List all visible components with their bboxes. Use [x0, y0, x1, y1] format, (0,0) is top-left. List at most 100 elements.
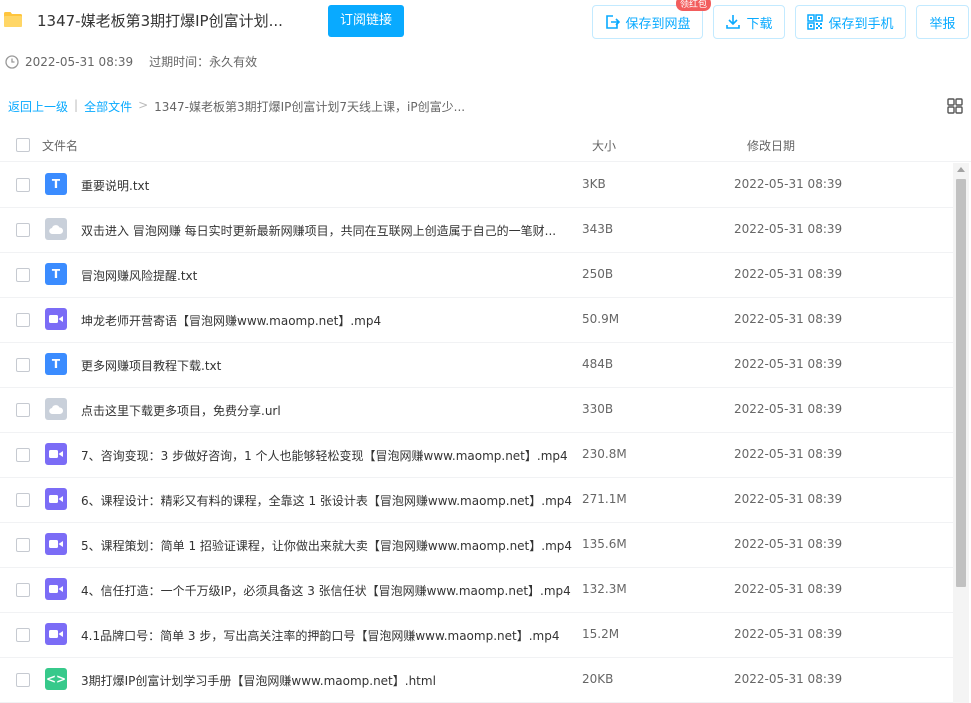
video-file-icon: [45, 308, 67, 330]
file-checkbox[interactable]: [16, 448, 30, 462]
video-file-icon: [45, 623, 67, 645]
file-row[interactable]: 5、课程策划：简单 1 招验证课程，让你做出来就大卖【冒泡网赚www.maomp…: [0, 523, 953, 568]
file-checkbox[interactable]: [16, 673, 30, 687]
file-row[interactable]: 坤龙老师开营寄语【冒泡网赚www.maomp.net】.mp4 50.9M 2022…: [0, 298, 953, 343]
share-meta: 2022-05-31 08:39 过期时间：永久有效: [5, 53, 257, 70]
file-size: 135.6M: [582, 537, 627, 551]
video-file-icon: [45, 488, 67, 510]
file-row[interactable]: 4.1品牌口号：简单 3 步，写出高关注率的押韵口号【冒泡网赚www.maomp…: [0, 613, 953, 658]
file-modified-date: 2022-05-31 08:39: [734, 492, 843, 506]
download-icon: [726, 15, 741, 29]
file-name[interactable]: 重要说明.txt: [81, 177, 149, 194]
file-row[interactable]: T 冒泡网赚风险提醒.txt 250B 2022-05-31 08:39: [0, 253, 953, 298]
file-modified-date: 2022-05-31 08:39: [734, 402, 843, 416]
qrcode-icon: [807, 14, 824, 30]
breadcrumb-back[interactable]: 返回上一级: [8, 98, 68, 115]
file-size: 50.9M: [582, 312, 620, 326]
file-size: 484B: [582, 357, 614, 371]
breadcrumb-separator: >: [138, 98, 149, 112]
video-file-icon: [45, 578, 67, 600]
file-size: 3KB: [582, 177, 606, 191]
file-row[interactable]: 双击进入 冒泡网赚 每日实时更新最新网赚项目，共同在互联网上创造属于自己的一笔财…: [0, 208, 953, 253]
file-checkbox[interactable]: [16, 358, 30, 372]
file-name[interactable]: 6、课程设计：精彩又有料的课程，全靠这 1 张设计表【冒泡网赚www.maomp…: [81, 492, 572, 509]
breadcrumb-current: 1347-媒老板第3期打爆IP创富计划7天线上课，iP创富少...: [154, 100, 466, 114]
column-header-size[interactable]: 大小: [592, 137, 616, 154]
file-modified-date: 2022-05-31 08:39: [734, 177, 843, 191]
expire-time: 过期时间：永久有效: [149, 55, 258, 69]
subscribe-link-button[interactable]: 订阅链接: [328, 5, 404, 37]
breadcrumb: 返回上一级 | 全部文件 > 1347-媒老板第3期打爆IP创富计划7天线上课，…: [8, 98, 465, 115]
scrollbar-thumb[interactable]: [956, 179, 966, 587]
redpacket-badge[interactable]: 领红包: [676, 0, 712, 11]
file-checkbox[interactable]: [16, 178, 30, 192]
file-modified-date: 2022-05-31 08:39: [734, 222, 843, 236]
breadcrumb-separator: |: [74, 98, 79, 112]
txt-file-icon: T: [45, 353, 67, 375]
file-name[interactable]: 冒泡网赚风险提醒.txt: [81, 267, 197, 284]
url-file-icon: [45, 218, 67, 240]
file-list: T 重要说明.txt 3KB 2022-05-31 08:39 双击进入 冒泡网赚 每日…: [0, 163, 953, 703]
file-size: 20KB: [582, 672, 614, 686]
folder-icon: [4, 12, 22, 27]
page-title: 1347-媒老板第3期打爆IP创富计划...: [37, 12, 283, 30]
file-row[interactable]: T 重要说明.txt 3KB 2022-05-31 08:39: [0, 163, 953, 208]
scroll-up-arrow[interactable]: [957, 167, 965, 172]
file-name[interactable]: 点击这里下载更多项目，免费分享.url: [81, 402, 281, 419]
file-name[interactable]: 5、课程策划：简单 1 招验证课程，让你做出来就大卖【冒泡网赚www.maomp…: [81, 537, 572, 554]
file-checkbox[interactable]: [16, 493, 30, 507]
file-modified-date: 2022-05-31 08:39: [734, 357, 843, 371]
file-row[interactable]: <> 3期打爆IP创富计划学习手册【冒泡网赚www.maomp.net】.html…: [0, 658, 953, 703]
column-header-name[interactable]: 文件名: [42, 137, 78, 154]
video-file-icon: [45, 443, 67, 465]
file-row[interactable]: 点击这里下载更多项目，免费分享.url 330B 2022-05-31 08:39: [0, 388, 953, 433]
scrollbar[interactable]: [953, 163, 969, 703]
download-button[interactable]: 下载: [713, 5, 785, 39]
file-modified-date: 2022-05-31 08:39: [734, 672, 843, 686]
header: 1347-媒老板第3期打爆IP创富计划... 订阅链接 保存到网盘 领红包 下载: [0, 0, 971, 44]
file-modified-date: 2022-05-31 08:39: [734, 627, 843, 641]
grid-view-icon[interactable]: [947, 98, 963, 114]
select-all-checkbox[interactable]: [16, 138, 30, 152]
file-name[interactable]: 更多网赚项目教程下载.txt: [81, 357, 221, 374]
file-name[interactable]: 双击进入 冒泡网赚 每日实时更新最新网赚项目，共同在互联网上创造属于自己的一笔财…: [81, 222, 556, 239]
file-name[interactable]: 3期打爆IP创富计划学习手册【冒泡网赚www.maomp.net】.html: [81, 672, 436, 689]
file-size: 15.2M: [582, 627, 620, 641]
file-table-header: 文件名 大小 修改日期: [0, 128, 971, 162]
file-checkbox[interactable]: [16, 223, 30, 237]
file-size: 250B: [582, 267, 614, 281]
file-name[interactable]: 4、信任打造：一个千万级IP，必须具备这 3 张信任状【冒泡网赚www.maom…: [81, 582, 571, 599]
file-checkbox[interactable]: [16, 313, 30, 327]
file-row[interactable]: 6、课程设计：精彩又有料的课程，全靠这 1 张设计表【冒泡网赚www.maomp…: [0, 478, 953, 523]
save-to-phone-button[interactable]: 保存到手机: [795, 5, 906, 39]
download-label: 下载: [746, 16, 773, 32]
save-to-disk-icon: [606, 15, 621, 29]
file-modified-date: 2022-05-31 08:39: [734, 447, 843, 461]
url-file-icon: [45, 398, 67, 420]
breadcrumb-all-files[interactable]: 全部文件: [84, 98, 132, 115]
file-checkbox[interactable]: [16, 583, 30, 597]
file-name[interactable]: 7、咨询变现：3 步做好咨询，1 个人也能够轻松变现【冒泡网赚www.maomp…: [81, 447, 568, 464]
file-modified-date: 2022-05-31 08:39: [734, 312, 843, 326]
report-button[interactable]: 举报: [916, 5, 969, 39]
file-checkbox[interactable]: [16, 538, 30, 552]
file-size: 271.1M: [582, 492, 627, 506]
file-checkbox[interactable]: [16, 628, 30, 642]
file-row[interactable]: 4、信任打造：一个千万级IP，必须具备这 3 张信任状【冒泡网赚www.maom…: [0, 568, 953, 613]
column-header-date[interactable]: 修改日期: [747, 137, 795, 154]
file-row[interactable]: 7、咨询变现：3 步做好咨询，1 个人也能够轻松变现【冒泡网赚www.maomp…: [0, 433, 953, 478]
clock-icon: [5, 54, 19, 69]
save-to-phone-label: 保存到手机: [828, 16, 894, 32]
file-size: 132.3M: [582, 582, 627, 596]
file-checkbox[interactable]: [16, 268, 30, 282]
video-file-icon: [45, 533, 67, 555]
file-modified-date: 2022-05-31 08:39: [734, 582, 843, 596]
file-size: 343B: [582, 222, 614, 236]
txt-file-icon: T: [45, 173, 67, 195]
file-modified-date: 2022-05-31 08:39: [734, 537, 843, 551]
file-checkbox[interactable]: [16, 403, 30, 417]
file-name[interactable]: 4.1品牌口号：简单 3 步，写出高关注率的押韵口号【冒泡网赚www.maomp…: [81, 627, 559, 644]
file-name[interactable]: 坤龙老师开营寄语【冒泡网赚www.maomp.net】.mp4: [81, 312, 381, 329]
file-row[interactable]: T 更多网赚项目教程下载.txt 484B 2022-05-31 08:39: [0, 343, 953, 388]
share-date: 2022-05-31 08:39: [25, 54, 134, 69]
